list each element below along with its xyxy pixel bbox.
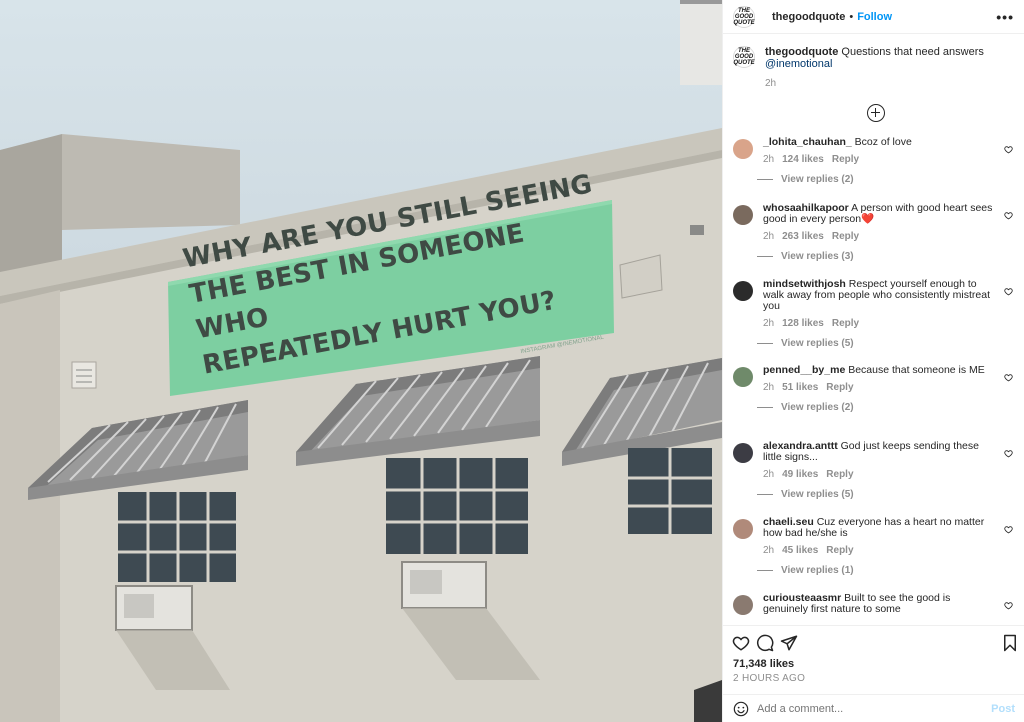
list-item: alexandra.anttt God just keeps sending t…: [733, 441, 1021, 500]
view-replies-button[interactable]: View replies (5): [757, 338, 997, 349]
divider: [757, 179, 773, 180]
reply-button[interactable]: Reply: [826, 382, 853, 393]
post-side-panel: THE GOOD QUOTE thegoodquote • Follow •••…: [722, 0, 1024, 722]
comment-likes[interactable]: 128 likes: [782, 318, 824, 329]
comment-time: 2h: [763, 154, 775, 165]
post-caption: THE GOOD QUOTE thegoodquote Questions th…: [733, 46, 1015, 90]
building-scene: [0, 0, 722, 722]
comment-time: 2h: [763, 231, 775, 242]
more-icon[interactable]: •••: [996, 9, 1014, 25]
follow-button[interactable]: Follow: [857, 11, 892, 23]
avatar[interactable]: [733, 443, 753, 463]
heart-icon[interactable]: [1004, 211, 1013, 220]
view-replies-button[interactable]: View replies (3): [757, 251, 997, 262]
bookmark-icon[interactable]: [1001, 634, 1019, 652]
heart-icon[interactable]: [1004, 449, 1013, 458]
heart-icon[interactable]: [1004, 287, 1013, 296]
list-item: penned__by_me Because that someone is ME…: [733, 365, 1021, 413]
comment-likes[interactable]: 124 likes: [782, 154, 824, 165]
likes-count[interactable]: 71,348 likes: [733, 658, 794, 670]
list-item: mindsetwithjosh Respect yourself enough …: [733, 279, 1021, 349]
divider: [757, 570, 773, 571]
avatar[interactable]: [733, 205, 753, 225]
comment-time: 2h: [763, 469, 775, 480]
comment-text: Because that someone is ME: [848, 364, 985, 376]
view-replies-button[interactable]: View replies (5): [757, 489, 997, 500]
divider: [757, 494, 773, 495]
list-item: _lohita_chauhan_ Bcoz of love 2h 124 likes…: [733, 137, 1021, 185]
avatar[interactable]: [733, 519, 753, 539]
caption-mention-link[interactable]: @inemotional: [765, 58, 832, 70]
heart-icon[interactable]: [732, 634, 750, 652]
comment-likes[interactable]: 51 likes: [782, 382, 818, 393]
heart-icon[interactable]: [1004, 145, 1013, 154]
emoji-icon[interactable]: [733, 701, 749, 717]
avatar-logo-text: THE GOOD QUOTE: [733, 7, 755, 26]
comment-likes[interactable]: 45 likes: [782, 545, 818, 556]
view-replies-label: View replies (5): [781, 489, 854, 500]
comment-icon[interactable]: [756, 634, 774, 652]
caption-username[interactable]: thegoodquote: [765, 46, 838, 58]
caption-avatar[interactable]: THE GOOD QUOTE: [733, 46, 755, 68]
reply-button[interactable]: Reply: [826, 545, 853, 556]
post-image[interactable]: WHY ARE YOU STILL SEEING THE BEST IN SOM…: [0, 0, 722, 722]
comment-text: Bcoz of love: [854, 136, 912, 148]
add-comment-bar: Post: [723, 694, 1024, 722]
view-replies-label: View replies (5): [781, 338, 854, 349]
comment-time: 2h: [763, 545, 775, 556]
list-item: whosaahilkapoor A person with good heart…: [733, 203, 1021, 262]
view-replies-button[interactable]: View replies (2): [757, 402, 997, 413]
comment-likes[interactable]: 49 likes: [782, 469, 818, 480]
divider: [757, 407, 773, 408]
comment-username[interactable]: penned__by_me: [763, 364, 845, 376]
comment-time: 2h: [763, 382, 775, 393]
view-replies-label: View replies (2): [781, 402, 854, 413]
caption-avatar-logo-text: THE GOOD QUOTE: [733, 48, 755, 66]
avatar[interactable]: [733, 139, 753, 159]
comment-username[interactable]: _lohita_chauhan_: [763, 136, 852, 148]
view-replies-label: View replies (3): [781, 251, 854, 262]
comment-likes[interactable]: 263 likes: [782, 231, 824, 242]
avatar[interactable]: [733, 595, 753, 615]
heart-icon[interactable]: [1004, 601, 1013, 610]
reply-button[interactable]: Reply: [832, 318, 859, 329]
caption-text: Questions that need answers: [841, 46, 984, 58]
view-replies-label: View replies (2): [781, 174, 854, 185]
comment-input[interactable]: [757, 702, 992, 715]
list-item: chaeli.seu Cuz everyone has a heart no m…: [733, 517, 1021, 576]
add-circle-icon[interactable]: [867, 104, 885, 122]
view-replies-button[interactable]: View replies (2): [757, 174, 997, 185]
reply-button[interactable]: Reply: [832, 154, 859, 165]
avatar[interactable]: [733, 281, 753, 301]
post-header: THE GOOD QUOTE thegoodquote • Follow •••: [723, 0, 1024, 34]
post-actions: 71,348 likes 2 HOURS AGO: [723, 625, 1024, 691]
caption-time: 2h: [765, 78, 777, 89]
reply-button[interactable]: Reply: [832, 231, 859, 242]
avatar[interactable]: THE GOOD QUOTE: [733, 5, 755, 28]
share-icon[interactable]: [780, 634, 798, 652]
list-item: curiousteaasmr Built to see the good is …: [733, 593, 1021, 615]
heart-icon[interactable]: [1004, 525, 1013, 534]
divider: [757, 256, 773, 257]
reply-button[interactable]: Reply: [826, 469, 853, 480]
divider: [757, 343, 773, 344]
view-replies-label: View replies (1): [781, 565, 854, 576]
avatar[interactable]: [733, 367, 753, 387]
heart-icon[interactable]: [1004, 373, 1013, 382]
comment-time: 2h: [763, 318, 775, 329]
separator-dot: •: [849, 10, 854, 23]
header-username[interactable]: thegoodquote: [772, 11, 845, 23]
posted-time: 2 HOURS AGO: [733, 673, 806, 684]
view-replies-button[interactable]: View replies (1): [757, 565, 997, 576]
post-comment-button[interactable]: Post: [991, 703, 1015, 715]
